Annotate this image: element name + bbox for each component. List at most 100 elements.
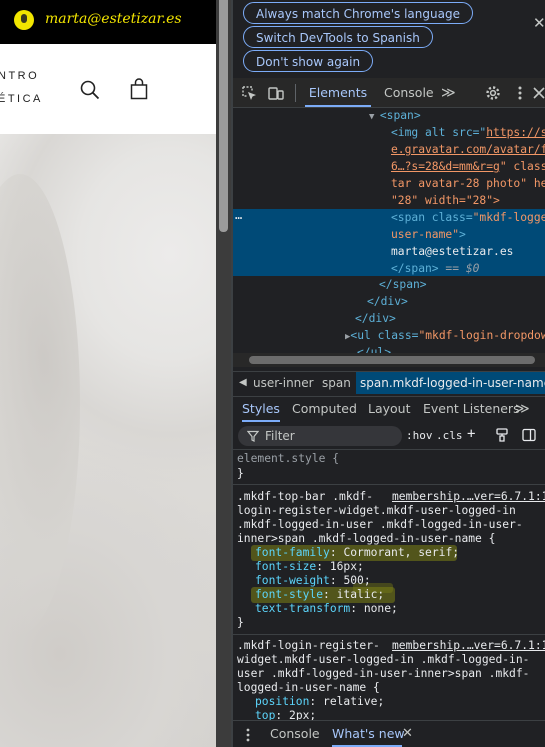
dom-tag: > [459, 228, 466, 241]
close-icon[interactable]: ✕ [402, 721, 413, 747]
styles-filter-input[interactable] [265, 428, 400, 444]
css-property-value[interactable]: Cormorant, serif; [343, 546, 459, 559]
rule-close-brace: } [237, 616, 244, 629]
kebab-menu-icon[interactable] [245, 728, 251, 742]
rule-divider [233, 634, 545, 635]
css-property-name[interactable]: font-style [255, 588, 323, 601]
drawer-tab-console[interactable]: Console [270, 721, 320, 747]
logged-in-user-name[interactable]: marta@estetizar.es [45, 11, 182, 27]
tab-styles[interactable]: Styles [242, 396, 280, 422]
dom-node-img[interactable]: <img alt src="https://se [391, 125, 545, 142]
css-declaration[interactable]: top: 2px; [255, 709, 316, 720]
css-property-name[interactable]: font-size [255, 560, 316, 573]
node-actions-ellipsis[interactable]: … [235, 207, 242, 224]
dom-attr-line: e.gravatar.com/avatar/f9 [391, 142, 545, 159]
dom-node-span[interactable]: ▼ <span> [369, 108, 421, 126]
devtools-toolbar: Elements Console ≫ [233, 78, 545, 108]
css-property-name[interactable]: position [255, 695, 309, 708]
css-property-value[interactable]: 2px; [289, 709, 316, 720]
css-declaration[interactable]: font-style: italic; [255, 588, 384, 602]
dom-attr-link[interactable]: https://se [486, 126, 545, 139]
switch-language-button[interactable]: Switch DevTools to Spanish [243, 26, 433, 48]
css-property-name[interactable]: top [255, 709, 275, 720]
rule-source-link[interactable]: membership.…ver=6.7.1:1 [392, 639, 545, 653]
inspect-element-icon[interactable] [241, 85, 257, 101]
css-property-value[interactable]: 16px; [330, 560, 364, 573]
rule-selector[interactable]: .mkdf-top-bar .mkdf- [237, 490, 373, 504]
match-language-button[interactable]: Always match Chrome's language [243, 2, 473, 24]
page-scrollbar-thumb[interactable] [219, 0, 228, 232]
dom-tag: <span> [379, 109, 421, 122]
class-toggle[interactable]: .cls [436, 429, 463, 442]
close-devtools-icon[interactable] [531, 85, 545, 101]
dom-node-span-selected[interactable]: <span class="mkdf-logged [391, 210, 545, 227]
dom-attr-line: user-name"> [391, 227, 466, 244]
dont-show-again-button[interactable]: Don't show again [243, 50, 374, 72]
css-property-value[interactable]: relative; [323, 695, 384, 708]
paint-brush-icon[interactable] [495, 428, 509, 442]
tab-elements[interactable]: Elements [305, 78, 371, 107]
search-icon[interactable] [80, 80, 100, 100]
css-declaration[interactable]: font-family: Cormorant, serif; [255, 546, 459, 560]
dom-text-node[interactable]: marta@estetizar.es [391, 244, 513, 261]
css-property-name[interactable]: font-family [255, 546, 330, 559]
device-toolbar-icon[interactable] [268, 85, 284, 101]
gear-icon[interactable] [485, 85, 501, 101]
styles-pane: element.style { } membership.…ver=6.7.1:… [233, 450, 545, 720]
filter-icon [247, 430, 259, 442]
rule-selector[interactable]: inner>span .mkdf-logged-in-user-name { [237, 532, 495, 546]
tab-console[interactable]: Console [384, 78, 434, 107]
more-tabs-chevron-icon[interactable]: ≫ [441, 78, 456, 107]
css-property-name[interactable]: font-weight [255, 574, 330, 587]
new-style-rule-icon[interactable]: + [467, 426, 475, 442]
element-style-selector[interactable]: element.style { [237, 452, 339, 466]
css-property-name[interactable]: text-transform [255, 602, 350, 615]
dom-attr-link[interactable]: e.gravatar.com/avatar/f9 [391, 143, 545, 156]
rule-selector[interactable]: login-register-widget.mkdf-user-logged-i… [237, 504, 516, 518]
drawer-tab-whats-new[interactable]: What's new [332, 721, 405, 747]
rule-source-link[interactable]: membership.…ver=6.7.1:1 [392, 490, 545, 504]
dom-node-ul[interactable]: ▶<ul class="mkdf-login-dropdow [345, 328, 545, 346]
rule-divider [233, 484, 545, 485]
tab-computed[interactable]: Computed [292, 396, 357, 422]
css-property-value[interactable]: italic; [337, 588, 385, 601]
breadcrumb-item[interactable]: span [318, 372, 355, 394]
dom-scrollbar-thumb[interactable] [249, 356, 535, 364]
tab-layout[interactable]: Layout [368, 396, 411, 422]
css-property-value[interactable]: none; [364, 602, 398, 615]
styles-filter-toolbar: :hov .cls + [233, 423, 545, 450]
dom-close-tag: </div> [367, 294, 408, 311]
dom-attr-value: "mkdf-login-dropdow [418, 329, 545, 342]
close-icon[interactable]: ✕ [533, 14, 545, 32]
rule-selector[interactable]: logged-in-user-name { [237, 681, 380, 695]
css-declaration[interactable]: position: relative; [255, 695, 384, 709]
logo-text-line1[interactable]: NTRO [0, 70, 39, 82]
tab-event-listeners[interactable]: Event Listeners [423, 396, 520, 422]
dom-attr-link[interactable]: 6…?s=28&d=mm&r=g [391, 160, 500, 173]
breadcrumb-item[interactable]: user-inner [249, 372, 318, 394]
rule-selector[interactable]: .mkdf-logged-in-user .mkdf-logged-in-use… [237, 518, 523, 532]
hero-image-shading [0, 174, 80, 634]
breadcrumb-item-active[interactable]: span.mkdf-logged-in-user-name [356, 372, 545, 394]
hover-state-toggle[interactable]: :hov [406, 429, 433, 442]
rule-selector[interactable]: .mkdf-login-register- [237, 639, 380, 653]
sidebar-toggle-icon[interactable] [522, 428, 536, 442]
kebab-menu-icon[interactable] [512, 85, 528, 101]
more-tabs-chevron-icon[interactable]: ≫ [515, 396, 530, 422]
css-property-value[interactable]: 500; [343, 574, 370, 587]
rule-selector[interactable]: widget.mkdf-user-logged-in .mkdf-logged-… [237, 653, 529, 667]
dom-tag: </span> [379, 278, 427, 291]
dom-horizontal-scrollbar[interactable] [233, 353, 545, 367]
dom-close-tag: </div> [355, 311, 396, 328]
shopping-bag-icon[interactable] [130, 78, 148, 100]
rule-selector[interactable]: user .mkdf-logged-in-user-inner>span .mk… [237, 667, 529, 681]
css-declaration[interactable]: font-weight: 500; [255, 574, 371, 588]
css-declaration[interactable]: text-transform: none; [255, 602, 398, 616]
user-avatar[interactable] [14, 10, 34, 30]
dom-attr-line: tar avatar-28 photo" hei [391, 176, 545, 193]
logo-text-line2[interactable]: ÉTICA [0, 93, 43, 105]
dom-selection-marker: == $0 [438, 262, 480, 275]
site-top-bar: marta@estetizar.es [0, 0, 216, 44]
css-declaration[interactable]: font-size: 16px; [255, 560, 364, 574]
dom-attr-value: "28" width="28"> [391, 194, 500, 207]
